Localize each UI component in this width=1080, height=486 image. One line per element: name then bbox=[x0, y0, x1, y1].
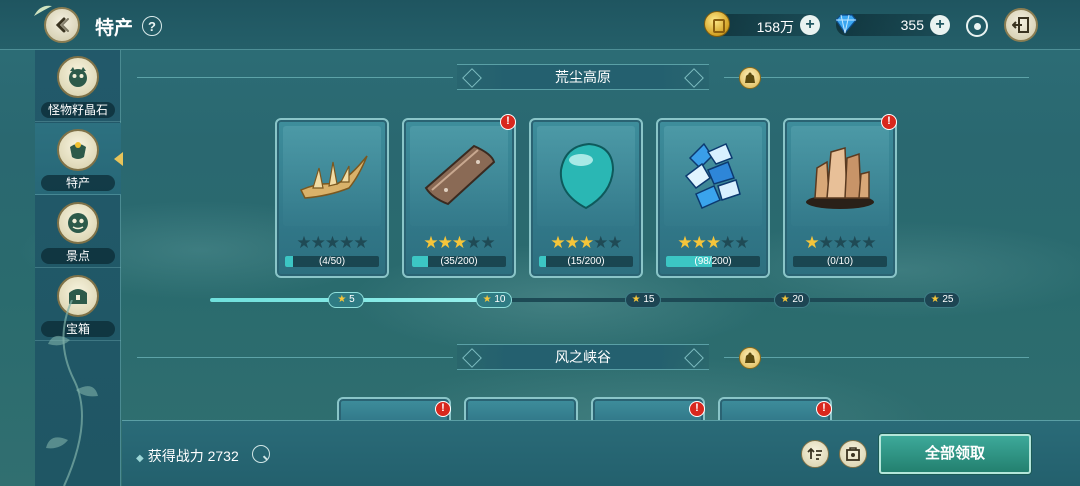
gallery-button[interactable] bbox=[839, 440, 867, 468]
alert-badge-icon: ! bbox=[816, 401, 832, 417]
settings-button[interactable] bbox=[966, 15, 988, 37]
progress-text: (35/200) bbox=[440, 256, 478, 267]
divider bbox=[724, 357, 1029, 358]
power-value: 2732 bbox=[207, 448, 239, 464]
milestone-20[interactable]: ★ 20 bbox=[774, 292, 810, 308]
star-rating: ★★★★★ bbox=[677, 233, 749, 252]
bag-icon bbox=[745, 352, 755, 363]
item-card-rock-crystal[interactable]: ! ★★★★★ (0/10) bbox=[783, 114, 897, 278]
milestone-10[interactable]: ★ 10 bbox=[476, 292, 512, 308]
star-rating: ★★★★★ bbox=[296, 233, 368, 252]
bag-icon bbox=[745, 72, 755, 83]
progress-bar: (0/10) bbox=[793, 256, 887, 267]
progress-bar: (4/50) bbox=[285, 256, 379, 267]
scenic-icon bbox=[57, 202, 99, 244]
gold-currency: 158万 + bbox=[704, 11, 820, 37]
progress-text: (98/200) bbox=[694, 256, 732, 267]
item-card-blue-scales[interactable]: ★★★★★ (98/200) bbox=[656, 118, 770, 278]
power-gain: ◆ 获得战力 2732 bbox=[136, 446, 239, 466]
gem-amount: 355 bbox=[900, 17, 924, 33]
back-button[interactable] bbox=[44, 7, 80, 43]
progress-bar: (98/200) bbox=[666, 256, 760, 267]
item-card-claw[interactable]: ★★★★★ (4/50) bbox=[275, 118, 389, 278]
gem-currency: 355 + bbox=[835, 14, 950, 36]
milestone-25[interactable]: ★ 25 bbox=[924, 292, 960, 308]
progress-bar: (15/200) bbox=[539, 256, 633, 267]
plank-icon bbox=[424, 144, 496, 206]
section-title: 风之峡谷 bbox=[457, 344, 709, 370]
power-detail-button[interactable] bbox=[252, 445, 270, 463]
item-card[interactable]: ! bbox=[718, 397, 832, 420]
star-rating: ★★★★★ bbox=[423, 233, 495, 252]
exit-button[interactable] bbox=[1004, 8, 1038, 42]
progress-text: (4/50) bbox=[318, 256, 346, 267]
claw-icon bbox=[299, 155, 368, 199]
sort-button[interactable] bbox=[801, 440, 829, 468]
top-bar: 特产 ? 158万 + 355 + bbox=[0, 0, 1080, 50]
exit-door-icon bbox=[1012, 17, 1029, 33]
progress-text: (15/200) bbox=[567, 256, 605, 267]
diamond-icon bbox=[835, 14, 857, 34]
milestone-5[interactable]: ★ 5 bbox=[328, 292, 364, 308]
alert-badge-icon: ! bbox=[435, 401, 451, 417]
monster-icon bbox=[57, 56, 99, 98]
item-card-teal-gem[interactable]: ★★★★★ (15/200) bbox=[529, 118, 643, 278]
sidebar-item-scenic[interactable]: 景点 bbox=[35, 196, 121, 268]
teal-gem-icon bbox=[559, 142, 615, 210]
gallery-icon bbox=[846, 447, 860, 461]
diamond-bullet-icon: ◆ bbox=[136, 453, 144, 464]
progress-text: (0/10) bbox=[826, 256, 854, 267]
gold-amount: 158万 bbox=[756, 19, 794, 35]
reward-bag-button[interactable] bbox=[739, 67, 761, 89]
sidebar-item-label: 景点 bbox=[41, 248, 115, 264]
section-title: 荒尘高原 bbox=[457, 64, 709, 90]
milestone-15[interactable]: ★ 15 bbox=[625, 292, 661, 308]
claim-all-button[interactable]: 全部领取 bbox=[879, 434, 1031, 474]
divider bbox=[137, 77, 453, 78]
gold-coin-icon bbox=[704, 11, 730, 37]
content-area: 荒尘高原 ★★★★★ (4/50) ! ★★★★★ (35/200) ★★★★★… bbox=[122, 50, 1080, 420]
item-card[interactable]: ! bbox=[337, 397, 451, 420]
sidebar-item-monster[interactable]: 怪物籽晶石 bbox=[35, 50, 121, 122]
sidebar-item-label: 怪物籽晶石 bbox=[41, 102, 115, 118]
alert-badge-icon: ! bbox=[689, 401, 705, 417]
add-gem-button[interactable]: + bbox=[930, 15, 950, 35]
sidebar-item-specialty[interactable]: 特产 bbox=[35, 123, 121, 195]
power-label: 获得战力 bbox=[147, 448, 204, 464]
vine-decoration-icon bbox=[46, 300, 98, 486]
divider bbox=[724, 77, 1029, 78]
divider bbox=[137, 357, 453, 358]
star-rating: ★★★★★ bbox=[550, 233, 622, 252]
item-card-plank[interactable]: ! ★★★★★ (35/200) bbox=[402, 114, 516, 278]
back-arrow-icon bbox=[55, 17, 69, 33]
sort-icon bbox=[807, 447, 822, 460]
specialty-icon bbox=[57, 129, 99, 171]
page-title: 特产 bbox=[95, 18, 134, 39]
add-gold-button[interactable]: + bbox=[800, 15, 820, 35]
rock-crystal-icon bbox=[806, 147, 874, 209]
star-rating: ★★★★★ bbox=[804, 233, 876, 252]
alert-badge-icon: ! bbox=[881, 114, 897, 130]
help-button[interactable]: ? bbox=[142, 16, 162, 36]
progress-bar: (35/200) bbox=[412, 256, 506, 267]
blue-scales-icon bbox=[684, 142, 741, 209]
item-card[interactable]: ! bbox=[591, 397, 705, 420]
sidebar-item-label: 特产 bbox=[41, 175, 115, 191]
reward-bag-button[interactable] bbox=[739, 347, 761, 369]
item-card[interactable] bbox=[464, 397, 578, 420]
star-progress-track bbox=[210, 298, 960, 302]
alert-badge-icon: ! bbox=[500, 114, 516, 130]
